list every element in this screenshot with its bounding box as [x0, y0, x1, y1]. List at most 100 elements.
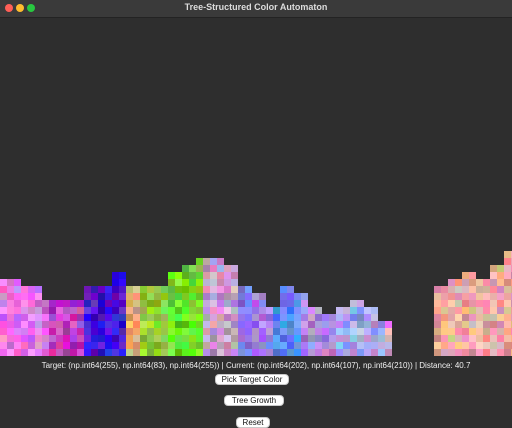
automaton-cell [252, 314, 259, 321]
automaton-cell [266, 314, 273, 321]
automaton-cell [140, 314, 147, 321]
automaton-cell [434, 286, 441, 293]
automaton-cell [182, 314, 189, 321]
automaton-cell [364, 328, 371, 335]
automaton-cell [112, 300, 119, 307]
automaton-cell [147, 349, 154, 356]
automaton-cell [448, 300, 455, 307]
automaton-cell [497, 286, 504, 293]
automaton-cell [77, 307, 84, 314]
automaton-cell [189, 321, 196, 328]
automaton-cell [189, 328, 196, 335]
automaton-cell [504, 321, 511, 328]
automaton-cell [504, 258, 511, 265]
automaton-cell [140, 349, 147, 356]
automaton-cell [504, 307, 511, 314]
pick-target-color-button[interactable]: Pick Target Color [215, 374, 289, 385]
automaton-cell [126, 300, 133, 307]
automaton-cell [378, 321, 385, 328]
automaton-cell [462, 321, 469, 328]
automaton-cell [154, 300, 161, 307]
automaton-cell [168, 328, 175, 335]
automaton-cell [287, 307, 294, 314]
automaton-cell [448, 342, 455, 349]
automaton-cell [504, 342, 511, 349]
automaton-cell [63, 335, 70, 342]
automaton-cell [140, 342, 147, 349]
automaton-cell [154, 293, 161, 300]
automaton-cell [21, 300, 28, 307]
automaton-cell [140, 300, 147, 307]
automaton-cell [245, 335, 252, 342]
automaton-cell [49, 300, 56, 307]
automaton-cell [259, 342, 266, 349]
automaton-cell [266, 328, 273, 335]
automaton-cell [196, 335, 203, 342]
automaton-cell [238, 307, 245, 314]
automaton-cell [224, 293, 231, 300]
automaton-cell [91, 300, 98, 307]
reset-button[interactable]: Reset [236, 417, 270, 428]
automaton-cell [217, 279, 224, 286]
automaton-cell [490, 321, 497, 328]
automaton-cell [175, 293, 182, 300]
automaton-cell [462, 314, 469, 321]
automaton-cell [441, 342, 448, 349]
automaton-cell [343, 349, 350, 356]
automaton-cell [119, 286, 126, 293]
automaton-cell [455, 279, 462, 286]
automaton-cell [469, 279, 476, 286]
automaton-cell [42, 307, 49, 314]
automaton-cell [182, 335, 189, 342]
automaton-cell [119, 335, 126, 342]
automaton-cell [168, 279, 175, 286]
automaton-cell [448, 349, 455, 356]
automaton-cell [455, 349, 462, 356]
automaton-cell [490, 272, 497, 279]
automaton-cell [455, 328, 462, 335]
automaton-cell [98, 321, 105, 328]
automaton-cell [7, 328, 14, 335]
automaton-cell [63, 349, 70, 356]
automaton-cell [231, 321, 238, 328]
automaton-cell [175, 307, 182, 314]
automaton-cell [203, 349, 210, 356]
automaton-cell [84, 314, 91, 321]
automaton-cell [504, 349, 511, 356]
automaton-cell [196, 328, 203, 335]
automaton-cell [322, 328, 329, 335]
automaton-cell [77, 314, 84, 321]
automaton-cell [462, 279, 469, 286]
automaton-cell [273, 321, 280, 328]
automaton-cell [343, 335, 350, 342]
automaton-cell [343, 314, 350, 321]
automaton-cell [84, 293, 91, 300]
automaton-cell [315, 314, 322, 321]
automaton-cell [161, 328, 168, 335]
automaton-cell [350, 349, 357, 356]
automaton-cell [490, 286, 497, 293]
automaton-cell [189, 342, 196, 349]
automaton-cell [231, 293, 238, 300]
automaton-cell [504, 293, 511, 300]
automaton-cell [329, 314, 336, 321]
automaton-cell [315, 349, 322, 356]
automaton-cell [483, 307, 490, 314]
automaton-cell [238, 335, 245, 342]
automaton-cell [70, 349, 77, 356]
automaton-cell [448, 307, 455, 314]
tree-growth-button[interactable]: Tree Growth [224, 395, 284, 406]
automaton-cell [14, 300, 21, 307]
automaton-cell [175, 300, 182, 307]
automaton-cell [161, 300, 168, 307]
automaton-cell [273, 349, 280, 356]
automaton-cell [70, 321, 77, 328]
automaton-cell [91, 321, 98, 328]
automaton-cell [7, 286, 14, 293]
automaton-cell [224, 300, 231, 307]
automaton-cell [287, 293, 294, 300]
automaton-cell [196, 286, 203, 293]
automaton-cell [147, 300, 154, 307]
automaton-cell [126, 349, 133, 356]
automaton-cell [49, 328, 56, 335]
